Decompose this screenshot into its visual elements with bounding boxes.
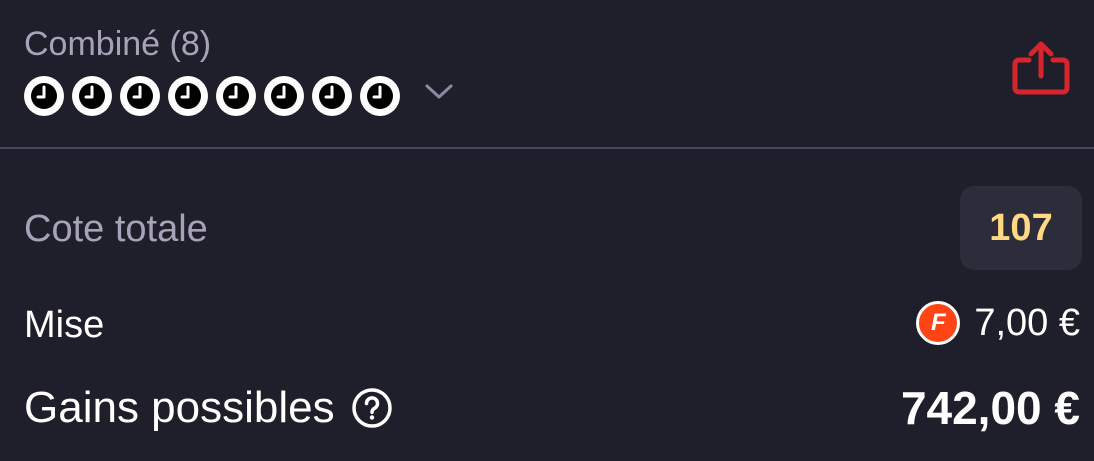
potential-winnings-value: 742,00 € [900,382,1080,434]
clock-icon [360,76,400,116]
clock-icon [72,76,112,116]
total-odds-value: 107 [960,186,1082,270]
clock-icon [24,76,64,116]
bet-slip-card: Combiné (8) Cote totale 107 Mise F 7,00 … [0,0,1094,461]
bet-slip-header[interactable]: Combiné (8) [0,0,1094,148]
clock-icon [120,76,160,116]
header-divider [0,147,1094,149]
clock-icon [312,76,352,116]
help-circle-icon[interactable] [351,387,393,429]
stake-value: 7,00 € [974,302,1080,344]
bet-type-title: Combiné (8) [24,25,212,63]
stake-label: Mise [24,304,105,346]
clock-icon [216,76,256,116]
selection-status-list [24,76,400,116]
stake-value-group[interactable]: F 7,00 € [916,300,1080,346]
potential-winnings-group: Gains possibles [24,380,393,436]
clock-icon [168,76,208,116]
total-odds-label: Cote totale [24,208,208,250]
share-icon[interactable] [1011,40,1071,101]
freebet-badge-icon: F [916,301,961,345]
clock-icon [264,76,304,116]
chevron-down-icon[interactable] [424,82,454,107]
potential-winnings-label: Gains possibles [24,383,335,432]
